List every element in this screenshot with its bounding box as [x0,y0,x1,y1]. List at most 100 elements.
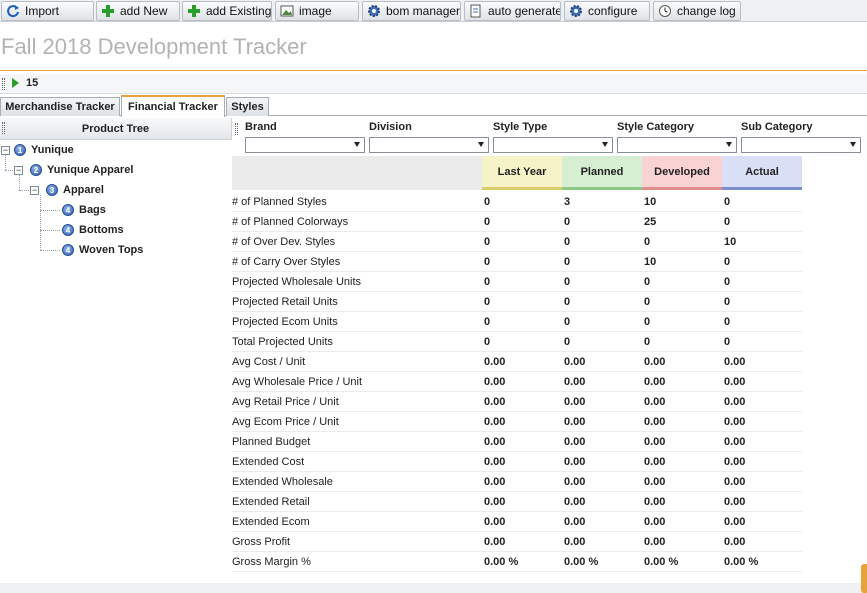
drag-handle-icon[interactable] [2,78,5,90]
cell-actual: 0 [722,192,802,212]
level-1-icon: 1 [14,144,26,156]
row-label: Avg Cost / Unit [232,352,482,372]
collapse-icon[interactable]: − [1,146,10,155]
add-new-button[interactable]: add New [96,1,180,21]
cell-planned: 0.00 [562,352,642,372]
column-header-last-year[interactable]: Last Year [482,156,562,190]
level-4-icon: 4 [62,224,74,236]
cell-developed: 0.00 [642,412,722,432]
side-panel-handle[interactable] [861,564,867,593]
plus-icon [101,4,115,18]
tree-node-label: Woven Tops [79,244,144,256]
chevron-down-icon [354,142,360,147]
cell-actual: 10 [722,232,802,252]
row-label: # of Planned Colorways [232,212,482,232]
cell-developed: 10 [642,252,722,272]
tree-connector [5,155,6,170]
cell-last-year: 0.00 [482,392,562,412]
cell-last-year: 0.00 [482,432,562,452]
cell-last-year: 0 [482,192,562,212]
cell-actual: 0.00 [722,372,802,392]
column-header-planned[interactable]: Planned [562,156,642,190]
column-header-actual[interactable]: Actual [722,156,802,190]
cell-developed: 0 [642,312,722,332]
cell-last-year: 0.00 [482,512,562,532]
cell-developed: 0.00 [642,432,722,452]
tree-node-apparel[interactable]: 3 Apparel [46,184,104,196]
level-4-icon: 4 [62,244,74,256]
sub-category-select[interactable] [741,137,861,153]
style-category-select[interactable] [617,137,737,153]
cell-actual: 0.00 [722,352,802,372]
division-select[interactable] [369,137,489,153]
cell-actual: 0 [722,212,802,232]
drag-handle-icon[interactable] [2,122,5,134]
style-category-filter-label: Style Category [617,121,695,133]
tree-node-bottoms[interactable]: 4 Bottoms [62,224,124,236]
tree-connector [40,210,60,211]
collapse-icon[interactable]: − [30,186,39,195]
tree-node-label: Bottoms [79,224,124,236]
change-log-button[interactable]: change log [653,1,741,21]
brand-select[interactable] [245,137,365,153]
style-type-select[interactable] [493,137,613,153]
cell-last-year: 0 [482,332,562,352]
column-header-developed[interactable]: Developed [642,156,722,190]
cell-developed: 0 [642,272,722,292]
tree-node-label: Yunique [31,144,74,156]
row-label: Projected Ecom Units [232,312,482,332]
refresh-icon [6,4,20,18]
import-button[interactable]: Import [1,1,94,21]
row-label: Gross Margin % [232,552,482,572]
row-label: # of Carry Over Styles [232,252,482,272]
page-title: Fall 2018 Development Tracker [1,34,307,59]
change-log-label: change log [677,4,736,18]
cell-developed: 0.00 [642,392,722,412]
cell-developed: 0.00 [642,512,722,532]
cell-last-year: 0.00 [482,452,562,472]
configure-button[interactable]: configure [564,1,650,21]
product-tree-header: Product Tree [0,118,232,140]
tree-node-label: Yunique Apparel [47,164,134,176]
cell-last-year: 0.00 [482,472,562,492]
cell-planned: 0.00 [562,512,642,532]
cell-actual: 0.00 [722,532,802,552]
row-label: Avg Ecom Price / Unit [232,412,482,432]
tab-styles[interactable]: Styles [226,97,269,116]
row-label: Avg Wholesale Price / Unit [232,372,482,392]
tab-financial-tracker[interactable]: Financial Tracker [121,95,225,117]
tree-node-bags[interactable]: 4 Bags [62,204,106,216]
cell-actual: 0 [722,312,802,332]
tree-connector [19,190,29,191]
drag-handle-icon[interactable] [235,123,238,135]
cell-planned: 0 [562,332,642,352]
collapse-icon[interactable]: − [14,166,23,175]
play-icon[interactable] [12,78,19,88]
gear-icon [569,4,583,18]
cell-planned: 0.00 [562,412,642,432]
level-3-icon: 3 [46,184,58,196]
bom-manager-button[interactable]: bom manager [362,1,461,21]
brand-filter-label: Brand [245,121,277,133]
cell-planned: 0 [562,292,642,312]
cell-actual: 0.00 [722,392,802,412]
tree-node-yunique[interactable]: 1 Yunique [14,144,74,156]
cell-planned: 0.00 [562,532,642,552]
row-label: Planned Budget [232,432,482,452]
auto-generate-button[interactable]: auto generate [464,1,561,21]
row-label: Extended Retail [232,492,482,512]
image-button[interactable]: image [275,1,359,21]
tree-connector [40,195,41,250]
row-label: Extended Ecom [232,512,482,532]
tree-node-label: Apparel [63,184,104,196]
tree-connector [19,175,20,190]
row-label: # of Planned Styles [232,192,482,212]
cell-last-year: 0 [482,232,562,252]
import-label: Import [25,4,60,18]
cell-developed: 0.00 [642,452,722,472]
tree-node-woven-tops[interactable]: 4 Woven Tops [62,244,143,256]
add-existing-button[interactable]: add Existing [182,1,272,21]
tree-node-yunique-apparel[interactable]: 2 Yunique Apparel [30,164,133,176]
cell-planned: 0.00 [562,452,642,472]
tab-merchandise-tracker[interactable]: Merchandise Tracker [0,97,120,116]
